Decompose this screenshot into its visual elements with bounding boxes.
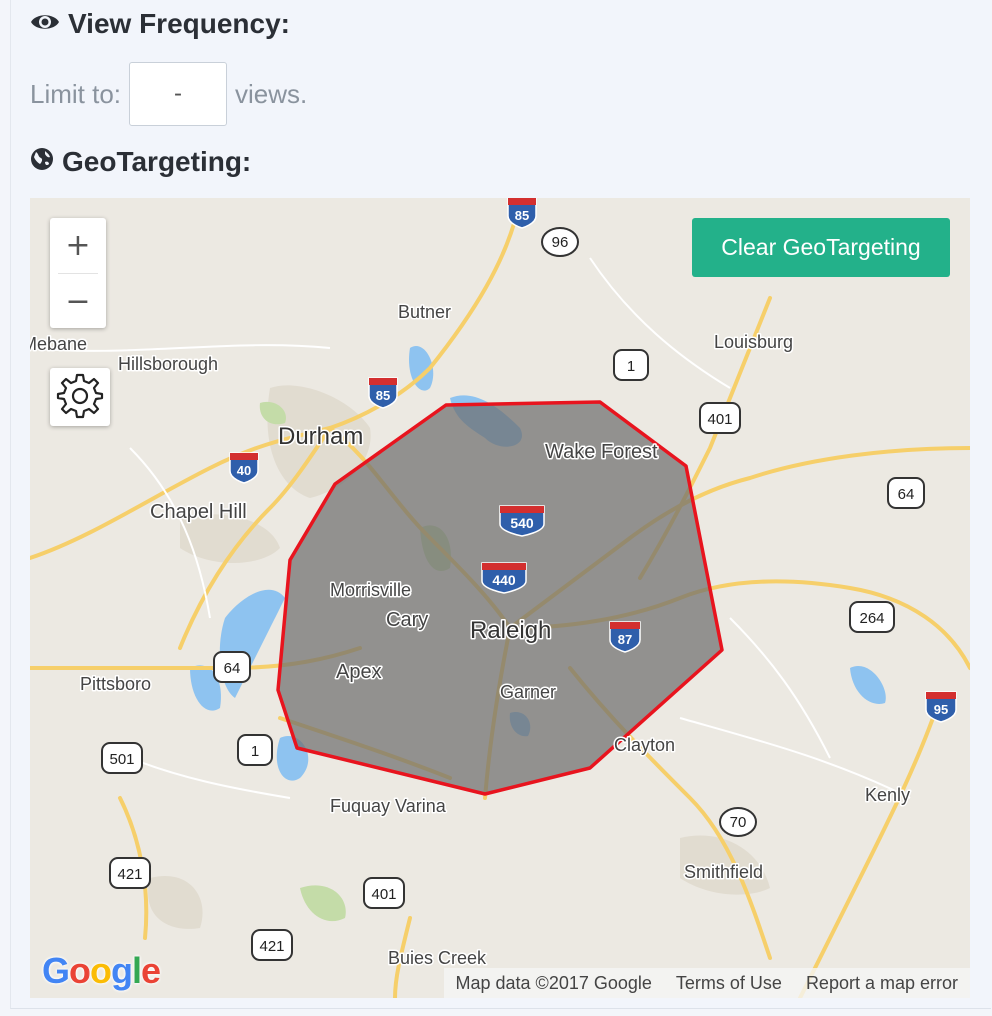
map-canvas[interactable]: 85 85 40 540 440 87 95 1 1 96 401 401 64… (30, 198, 970, 998)
svg-text:87: 87 (618, 632, 632, 647)
city-durham: Durham (278, 423, 363, 450)
shield-us401-top: 401 (699, 402, 741, 434)
city-raleigh: Raleigh (470, 617, 551, 644)
svg-text:85: 85 (376, 388, 390, 403)
svg-text:501: 501 (109, 751, 134, 768)
zoom-in-button[interactable]: + (50, 218, 106, 273)
svg-text:70: 70 (730, 814, 747, 831)
city-pittsboro: Pittsboro (80, 674, 151, 694)
shield-i85-top: 85 (507, 198, 537, 229)
city-smithfield: Smithfield (684, 862, 763, 882)
view-frequency-title: View Frequency: (68, 8, 291, 39)
svg-text:540: 540 (510, 515, 534, 531)
map-settings-button[interactable] (50, 368, 110, 426)
city-morrisville: Morrisville (330, 580, 411, 600)
shield-i87: 87 (609, 621, 641, 653)
svg-text:421: 421 (259, 938, 284, 955)
gear-icon (56, 371, 104, 424)
shield-i40: 40 (229, 452, 259, 484)
city-garner: Garner (500, 682, 556, 702)
svg-text:40: 40 (237, 463, 251, 478)
svg-text:95: 95 (934, 702, 948, 717)
globe-icon (30, 146, 54, 178)
shield-i85-mid: 85 (368, 377, 398, 409)
city-cary: Cary (386, 609, 428, 631)
city-apex: Apex (336, 661, 382, 683)
geotargeting-heading: GeoTargeting: (30, 146, 251, 178)
city-chapel-hill: Chapel Hill (150, 501, 247, 523)
eye-icon (30, 8, 60, 40)
svg-text:64: 64 (224, 660, 241, 677)
city-mebane: Mebane (30, 334, 87, 354)
shield-us421-left: 421 (109, 857, 151, 889)
map-data-text: Map data ©2017 Google (455, 972, 652, 993)
google-logo: Google (42, 950, 161, 991)
city-louisburg: Louisburg (714, 332, 793, 352)
shield-nc96: 96 (541, 227, 579, 257)
svg-text:1: 1 (251, 743, 259, 760)
geotargeting-map[interactable]: 85 85 40 540 440 87 95 1 1 96 401 401 64… (30, 198, 970, 998)
zoom-control: + − (50, 218, 106, 328)
clear-geotargeting-button[interactable]: Clear GeoTargeting (692, 218, 950, 277)
limit-row: Limit to: views. (30, 60, 307, 128)
shield-i440: 440 (481, 562, 527, 594)
svg-text:440: 440 (492, 572, 516, 588)
shield-i540: 540 (499, 505, 545, 537)
shield-us421-bottom: 421 (251, 929, 293, 961)
city-fuquay-varina: Fuquay Varina (330, 796, 447, 816)
city-buies-creek: Buies Creek (388, 948, 487, 968)
shield-us64-right: 64 (887, 477, 925, 509)
svg-text:264: 264 (859, 610, 884, 627)
shield-us501: 501 (101, 742, 143, 774)
geotargeting-title: GeoTargeting: (62, 146, 252, 177)
svg-text:401: 401 (371, 886, 396, 903)
terms-of-use-link[interactable]: Terms of Use (664, 973, 794, 994)
shield-i95: 95 (925, 691, 957, 723)
shield-nc70: 70 (719, 807, 757, 837)
svg-text:96: 96 (552, 234, 569, 251)
limit-suffix: views. (235, 78, 308, 109)
svg-text:85: 85 (515, 208, 529, 223)
city-clayton: Clayton (614, 735, 675, 755)
shield-us1-bottom: 1 (237, 734, 273, 766)
limit-input[interactable] (129, 62, 228, 126)
limit-label: Limit to: (30, 78, 122, 109)
svg-text:1: 1 (627, 358, 635, 375)
zoom-out-button[interactable]: − (50, 274, 106, 329)
svg-text:401: 401 (707, 411, 732, 428)
svg-text:64: 64 (898, 486, 915, 503)
svg-text:421: 421 (117, 866, 142, 883)
city-kenly: Kenly (865, 785, 910, 805)
city-butner: Butner (398, 302, 451, 322)
view-frequency-heading: View Frequency: (30, 8, 290, 40)
shield-us264: 264 (849, 601, 895, 633)
report-map-error-link[interactable]: Report a map error (794, 973, 970, 994)
shield-us401-bottom: 401 (363, 877, 405, 909)
city-wake-forest: Wake Forest (545, 441, 658, 463)
map-attribution: Map data ©2017 Google Terms of Use Repor… (443, 968, 970, 998)
city-hillsborough: Hillsborough (118, 354, 218, 374)
shield-us64-left: 64 (213, 651, 251, 683)
shield-us1-top: 1 (613, 349, 649, 381)
